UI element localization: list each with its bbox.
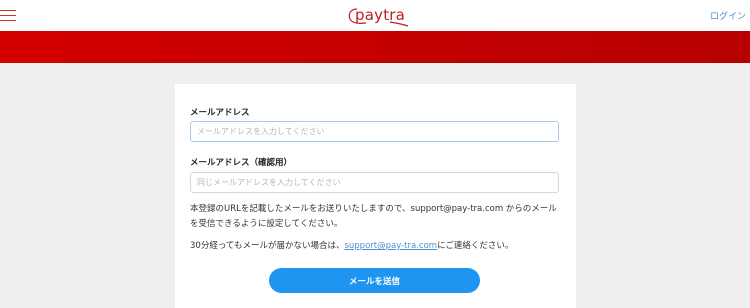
email-registration-form: メールアドレス メールアドレス（確認用） 本登録のURLを記載したメールをお送り… [175, 84, 576, 308]
confirm-email-input[interactable] [190, 172, 559, 193]
email-label: メールアドレス [190, 108, 250, 118]
confirm-email-label: メールアドレス（確認用） [190, 158, 293, 168]
hamburger-menu-icon[interactable] [0, 9, 16, 23]
header-banner [0, 31, 750, 63]
support-note-prefix: 30分経ってもメールが届かない場合は、 [190, 241, 345, 251]
logo-text: paytra [355, 6, 406, 24]
login-link[interactable]: ログイン [710, 9, 746, 22]
support-email-link[interactable]: support@pay-tra.com [344, 241, 437, 251]
registration-note: 本登録のURLを記載したメールをお送りいたしますので、support@pay-t… [190, 204, 557, 229]
email-input[interactable] [190, 121, 559, 142]
send-email-button[interactable]: メールを送信 [269, 268, 480, 293]
paytra-logo[interactable]: paytra [346, 5, 410, 27]
site-header: paytra ログイン [0, 0, 750, 31]
support-note: 30分経ってもメールが届かない場合は、support@pay-tra.comにご… [190, 239, 562, 254]
support-note-suffix: にご連絡ください。 [437, 241, 514, 251]
